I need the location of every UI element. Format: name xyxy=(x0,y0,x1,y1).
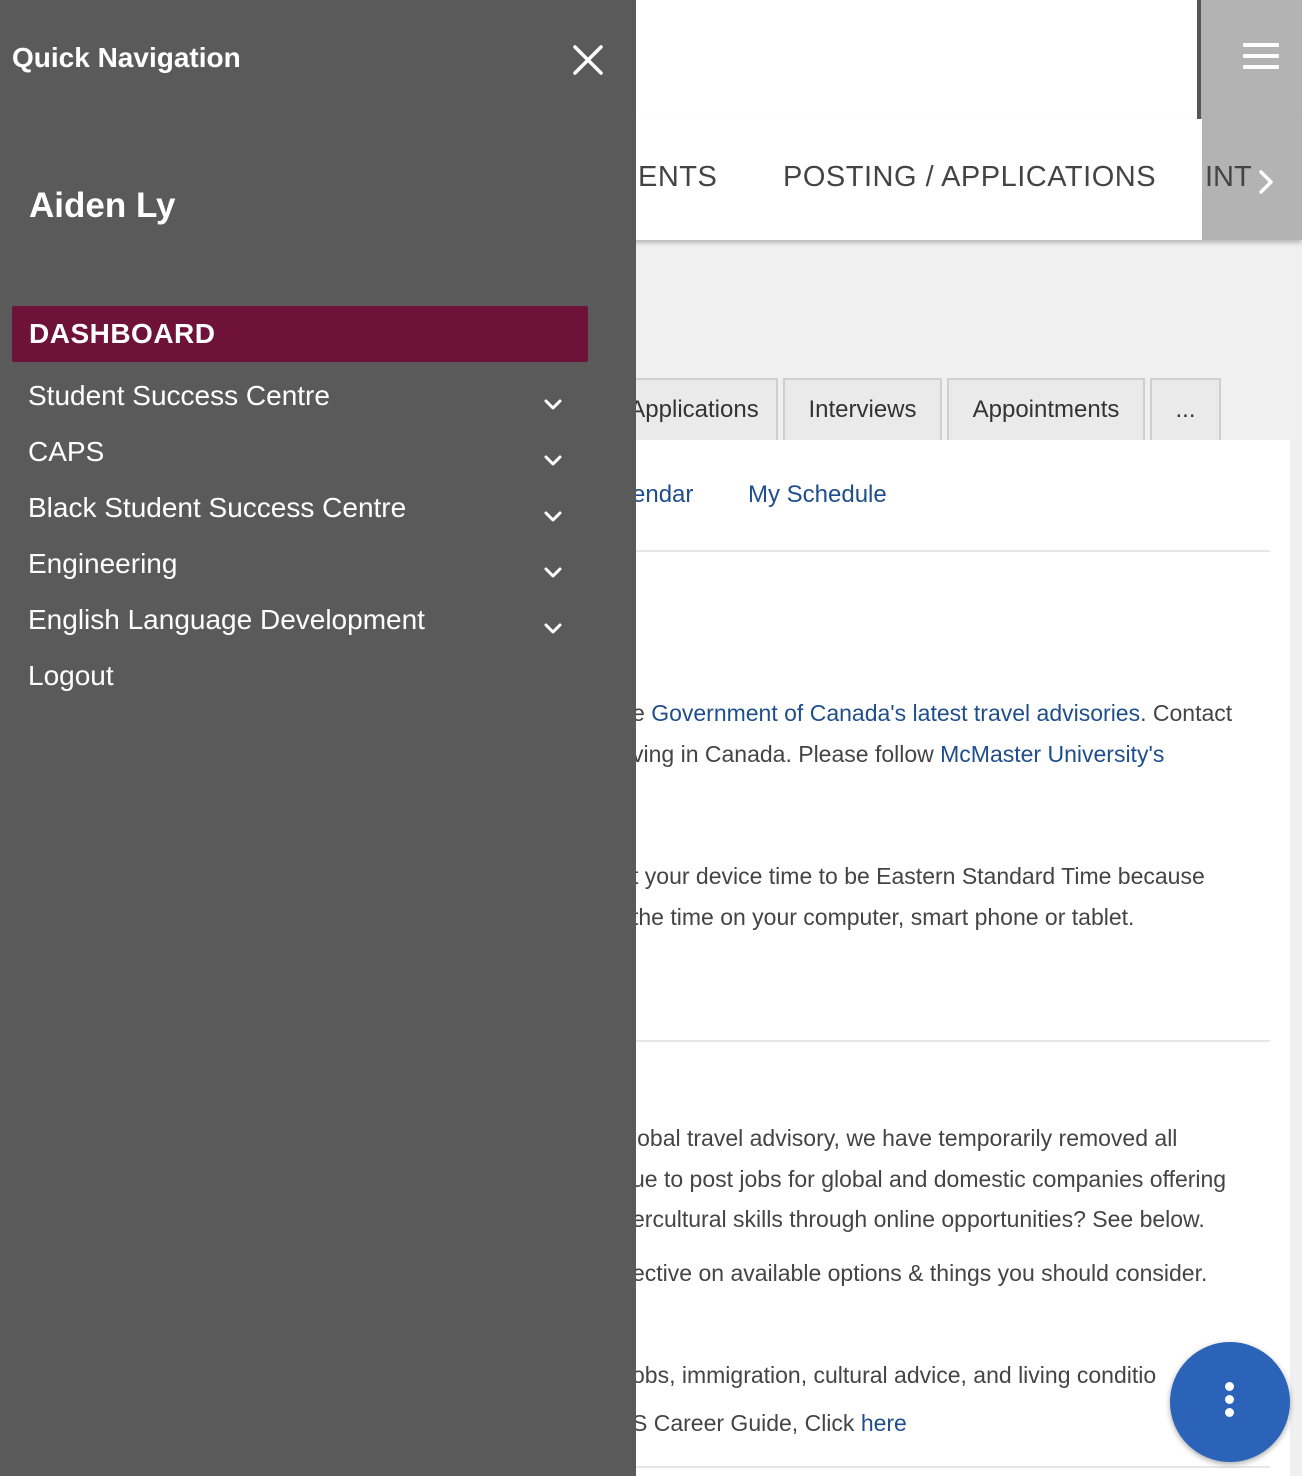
global-line-4: ective on available options & things you… xyxy=(632,1260,1208,1286)
menu-item-label: Logout xyxy=(28,660,114,691)
timezone-line-2: the time on your computer, smart phone o… xyxy=(632,904,1135,930)
chevron-down-icon xyxy=(544,511,562,522)
chevron-down-icon xyxy=(544,455,562,466)
close-icon[interactable] xyxy=(566,38,610,82)
menu-item-engineering[interactable]: Engineering xyxy=(28,548,588,596)
nav-item-int[interactable]: INT xyxy=(1205,161,1252,194)
menu-item-label: Engineering xyxy=(28,548,178,579)
advisory-line-1: e Government of Canada's latest travel a… xyxy=(632,700,1232,727)
quick-navigation-drawer: Quick Navigation Aiden Ly DASHBOARD Stud… xyxy=(0,0,636,1476)
guide-line-1: obs, immigration, cultural advice, and l… xyxy=(632,1362,1157,1388)
nav-scroll-right-button[interactable]: INT xyxy=(1202,119,1302,240)
menu-item-student-success-centre[interactable]: Student Success Centre xyxy=(28,380,588,428)
menu-item-label: CAPS xyxy=(28,436,105,467)
chevron-down-icon xyxy=(544,623,562,634)
dashboard-label: DASHBOARD xyxy=(29,318,216,349)
menu-item-black-student-success-centre[interactable]: Black Student Success Centre xyxy=(28,492,588,540)
text: S Career Guide, Click xyxy=(632,1410,861,1436)
tab-more[interactable]: ... xyxy=(1150,378,1221,440)
guide-line-2: S Career Guide, Click here xyxy=(632,1410,907,1437)
tab-interviews[interactable]: Interviews xyxy=(783,378,942,440)
text: . Contact xyxy=(1140,700,1233,726)
global-line-2: ue to post jobs for global and domestic … xyxy=(632,1166,1227,1192)
menu-item-english-language-development[interactable]: English Language Development xyxy=(28,604,588,652)
timezone-line-1: t your device time to be Eastern Standar… xyxy=(632,863,1205,889)
menu-item-caps[interactable]: CAPS xyxy=(28,436,588,484)
travel-advisories-link[interactable]: Government of Canada's latest travel adv… xyxy=(651,700,1140,726)
menu-item-label: Student Success Centre xyxy=(28,380,330,411)
nav-item-ents[interactable]: ENTS xyxy=(638,161,717,194)
menu-item-label: Black Student Success Centre xyxy=(28,492,407,523)
chevron-down-icon xyxy=(544,399,562,410)
drawer-title: Quick Navigation xyxy=(12,42,241,73)
global-line-3: ercultural skills through online opportu… xyxy=(632,1206,1205,1232)
here-link[interactable]: here xyxy=(861,1410,907,1436)
tab-appointments[interactable]: Appointments xyxy=(947,378,1145,440)
global-line-1: lobal travel advisory, we have temporari… xyxy=(632,1125,1178,1151)
my-schedule-link[interactable]: My Schedule xyxy=(748,481,887,509)
menu-item-logout[interactable]: Logout xyxy=(28,660,588,708)
nav-item-posting-applications[interactable]: POSTING / APPLICATIONS xyxy=(783,161,1156,194)
dashboard-item[interactable]: DASHBOARD xyxy=(12,306,588,362)
mcmaster-link[interactable]: McMaster University's xyxy=(940,741,1164,767)
chevron-right-icon xyxy=(1259,170,1273,194)
text: ving in Canada. Please follow xyxy=(632,741,941,767)
menu-item-label: English Language Development xyxy=(28,604,425,635)
floating-action-button[interactable] xyxy=(1170,1342,1290,1462)
user-name: Aiden Ly xyxy=(29,186,176,225)
calendar-link[interactable]: endar xyxy=(632,481,693,509)
advisory-line-2: ving in Canada. Please follow McMaster U… xyxy=(632,741,1164,768)
chevron-down-icon xyxy=(544,567,562,578)
hamburger-menu-button[interactable] xyxy=(1201,0,1302,119)
